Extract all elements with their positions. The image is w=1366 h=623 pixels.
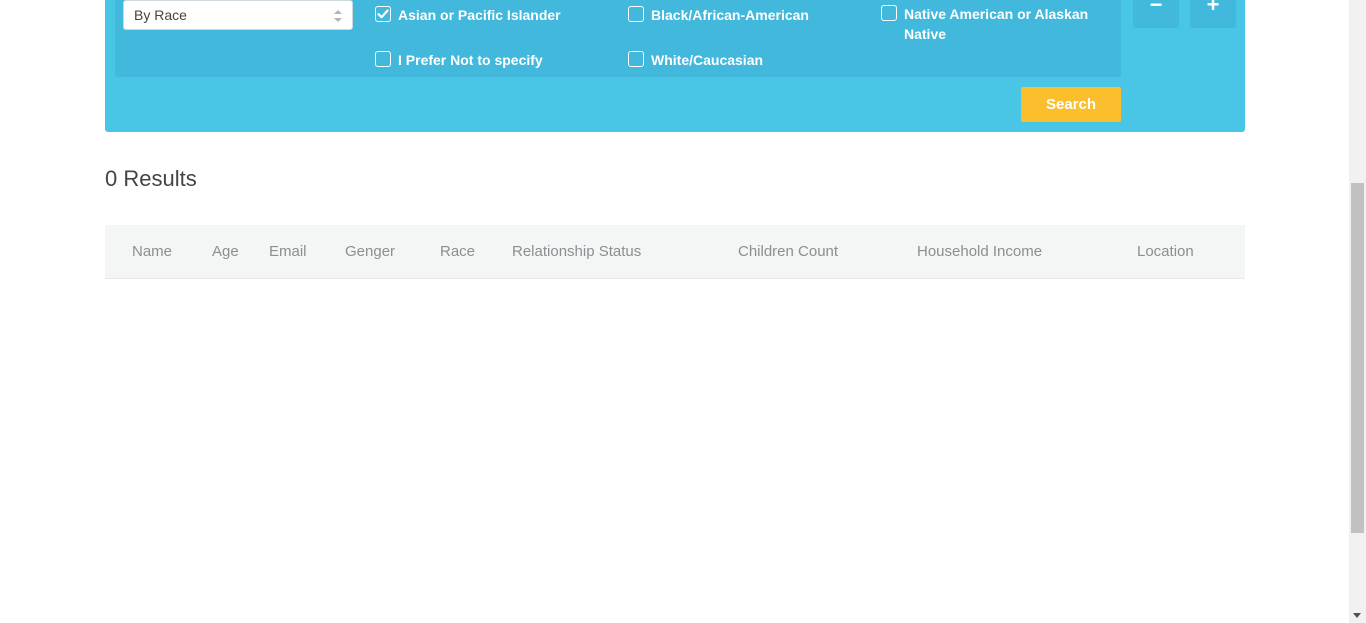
- filter-type-select-value: By Race: [134, 7, 187, 23]
- checkbox-label: I Prefer Not to specify: [398, 52, 543, 68]
- filter-type-select[interactable]: By Race: [123, 0, 353, 30]
- column-header-age[interactable]: Age: [212, 243, 239, 260]
- column-header-relationship-status[interactable]: Relationship Status: [512, 243, 641, 260]
- checkbox-unchecked-icon[interactable]: [881, 5, 897, 21]
- column-header-children-count[interactable]: Children Count: [738, 243, 838, 260]
- checkbox-unchecked-icon[interactable]: [628, 6, 644, 22]
- checkbox-checked-icon[interactable]: [375, 6, 391, 22]
- scrollbar-thumb[interactable]: [1351, 183, 1364, 533]
- checkbox-label: Black/African-American: [651, 7, 809, 23]
- column-header-name[interactable]: Name: [132, 243, 172, 260]
- column-header-race[interactable]: Race: [440, 243, 475, 260]
- filter-panel: By Race Asian or Pacific Islander Black/…: [105, 0, 1245, 132]
- column-header-gender[interactable]: Genger: [345, 243, 395, 260]
- checkbox-black-african-american[interactable]: Black/African-American: [628, 5, 809, 25]
- search-button[interactable]: Search: [1021, 87, 1121, 122]
- table-header: Name Age Email Genger Race Relationship …: [105, 225, 1245, 279]
- checkbox-asian-pacific-islander[interactable]: Asian or Pacific Islander: [375, 5, 561, 25]
- checkbox-unchecked-icon[interactable]: [375, 51, 391, 67]
- checkbox-white-caucasian[interactable]: White/Caucasian: [628, 50, 763, 70]
- results-count: 0 Results: [105, 166, 197, 191]
- checkbox-label: Asian or Pacific Islander: [398, 7, 561, 23]
- page: By Race Asian or Pacific Islander Black/…: [0, 0, 1366, 623]
- vertical-scrollbar[interactable]: [1349, 0, 1366, 623]
- checkbox-unchecked-icon[interactable]: [628, 51, 644, 67]
- checkbox-native-american-alaskan-native[interactable]: Native American or Alaskan Native: [881, 4, 1106, 44]
- add-filter-button[interactable]: +: [1190, 0, 1236, 28]
- column-header-household-income[interactable]: Household Income: [917, 243, 1042, 260]
- filter-row: By Race Asian or Pacific Islander Black/…: [115, 0, 1121, 77]
- select-arrows-icon: [334, 10, 342, 22]
- checkbox-prefer-not-to-specify[interactable]: I Prefer Not to specify: [375, 50, 543, 70]
- column-header-location[interactable]: Location: [1137, 243, 1194, 260]
- column-header-email[interactable]: Email: [269, 243, 307, 260]
- remove-filter-button[interactable]: −: [1133, 0, 1179, 28]
- scroll-down-arrow-icon[interactable]: [1353, 613, 1361, 618]
- checkbox-label: Native American or Alaskan Native: [904, 6, 1089, 42]
- checkbox-label: White/Caucasian: [651, 52, 764, 68]
